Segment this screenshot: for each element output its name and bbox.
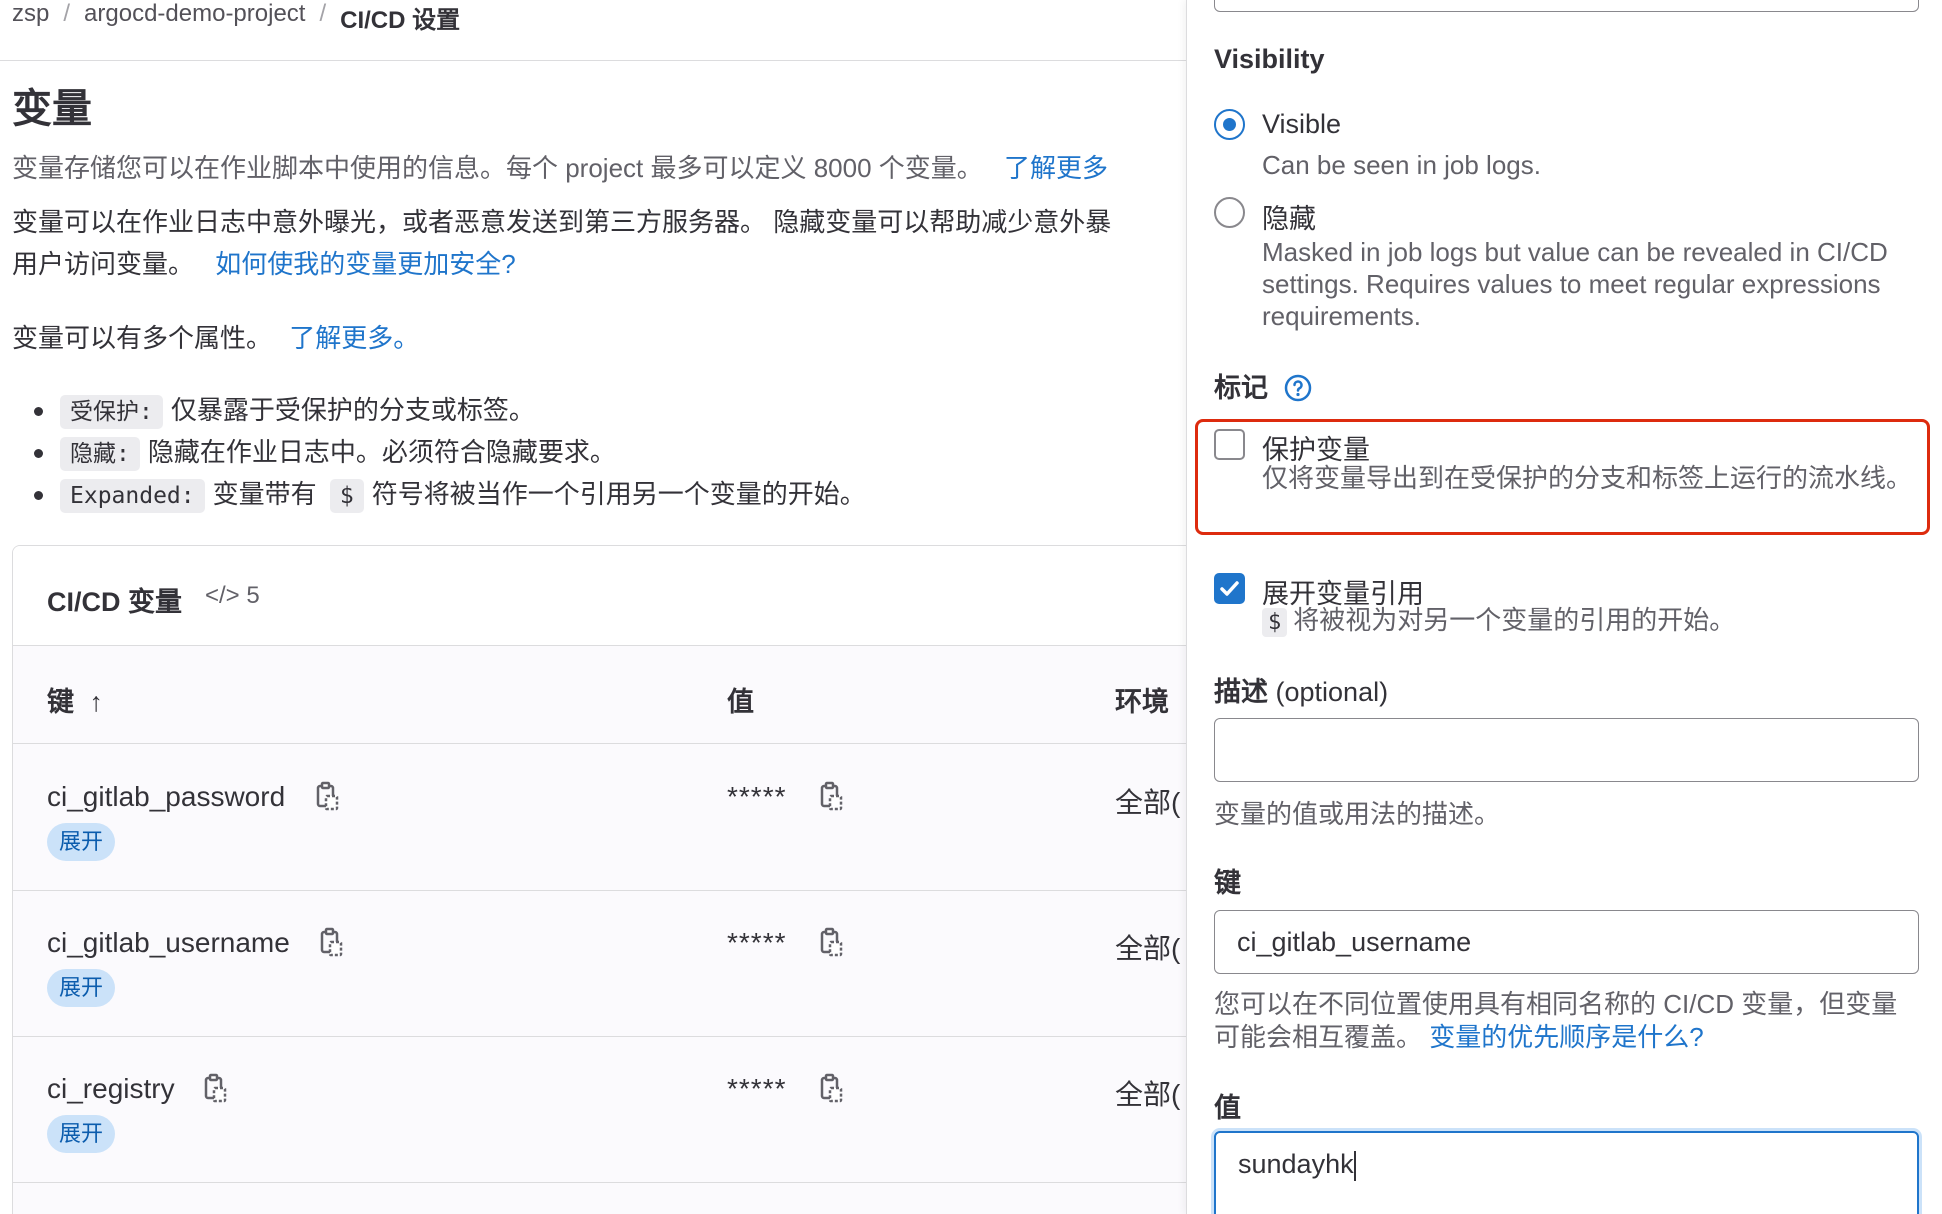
sort-ascending-icon: ↑ [89,687,104,717]
breadcrumb-item-group[interactable]: zsp [12,0,49,27]
code-dollar: $ [329,479,364,513]
expanded-badge: 展开 [47,969,116,1007]
header-divider [0,60,1186,61]
list-item: 隐藏: 隐藏在作业日志中。必须符合隐藏要求。 [34,432,866,474]
expanded-badge: 展开 [47,823,116,861]
value-label: 值 [1214,1093,1241,1123]
expanded-badge: 展开 [47,1115,116,1153]
variable-value: ***** [727,1073,787,1104]
visibility-label: Visibility [1214,44,1325,74]
attributes-learn-more-link[interactable]: 了解更多。 [289,323,419,353]
intro-text: 变量存储您可以在作业脚本中使用的信息。每个 project 最多可以定义 800… [12,148,1108,185]
table-row: ci_gitlab_username 展开 ***** 全部( [13,891,1211,1037]
description-help: 变量的值或用法的描述。 [1214,799,1501,829]
security-body: 用户访问变量。 [12,249,195,279]
page-title: 变量 [12,87,92,131]
copy-value-icon[interactable] [819,781,843,811]
variable-environment: 全部( [1115,787,1181,818]
edit-variable-drawer: Visibility Visible Can be seen in job lo… [1186,0,1942,1214]
breadcrumb-separator: / [319,0,327,27]
security-link[interactable]: 如何使我的变量更加安全? [215,249,515,279]
protect-variable-help: 仅将变量导出到在受保护的分支和标签上运行的流水线。 [1262,463,1913,493]
column-value: 值 [727,687,754,717]
visibility-masked-help: Masked in job logs but value can be reve… [1262,237,1888,331]
description-label-text: 描述 [1214,677,1268,707]
breadcrumb-item-project[interactable]: argocd-demo-project [84,0,305,27]
key-help: 您可以在不同位置使用具有相同名称的 CI/CD 变量，但变量可能会相互覆盖。 变… [1214,988,1919,1054]
code-icon: </> [205,582,240,609]
help-icon[interactable] [1284,374,1312,402]
copy-value-icon[interactable] [819,927,843,957]
list-item: 受保护: 仅暴露于受保护的分支或标签。 [34,390,866,432]
visibility-masked-title: 隐藏 [1262,204,1316,234]
intro-body: 变量存储您可以在作业脚本中使用的信息。每个 project 最多可以定义 800… [12,153,983,183]
list-item: Expanded: 变量带有 $ 符号将被当作一个引用另一个变量的开始。 [34,474,866,516]
card-header: CI/CD 变量 </> 5 [13,546,1211,646]
variable-environment: 全部( [1115,933,1181,964]
breadcrumb-separator: / [63,0,71,27]
variable-value: ***** [727,927,787,958]
key-input[interactable]: ci_gitlab_username [1214,910,1919,974]
variable-key: ci_gitlab_username [47,927,290,958]
flags-label: 标记 [1214,366,1312,405]
code-protected: 受保护: [60,395,163,429]
column-environment: 环境 [1115,687,1169,717]
copy-key-icon[interactable] [203,1073,227,1103]
attributes-text: 变量可以有多个属性。 了解更多。 [12,318,419,355]
variable-key: ci_gitlab_password [47,781,286,812]
expand-reference-checkbox[interactable] [1214,573,1245,604]
security-text-line1: 变量可以在作业日志中意外曝光，或者恶意发送到第三方服务器。 隐藏变量可以帮助减少… [12,207,1112,237]
bullet-text: 隐藏在作业日志中。必须符合隐藏要求。 [147,437,616,467]
description-label: 描述 (optional) [1214,670,1388,709]
bullet-text: 仅暴露于受保护的分支或标签。 [170,395,535,425]
variable-environment: 全部( [1115,1079,1181,1110]
visibility-visible-title: Visible [1262,109,1342,139]
attributes-list: 受保护: 仅暴露于受保护的分支或标签。 隐藏: 隐藏在作业日志中。必须符合隐藏要求。… [34,390,866,516]
variable-key: ci_registry [47,1073,175,1104]
card-title: CI/CD 变量 [47,587,182,617]
count-value: 5 [246,582,260,609]
type-select[interactable] [1214,0,1919,12]
attributes-body: 变量可以有多个属性。 [12,323,273,353]
learn-more-link[interactable]: 了解更多 [1004,153,1108,183]
copy-value-icon[interactable] [819,1073,843,1103]
code-masked: 隐藏: [60,437,140,471]
table-row: ci_registry 展开 ***** 全部( [13,1037,1211,1183]
security-text-line2: 用户访问变量。 如何使我的变量更加安全? [12,244,516,281]
description-optional: (optional) [1275,677,1389,707]
variables-card: CI/CD 变量 </> 5 键 ↑ 值 环境 ci_gitlab_passwo… [12,545,1212,1214]
visibility-visible-help: Can be seen in job logs. [1262,150,1541,180]
check-icon [1220,581,1239,596]
flags-label-text: 标记 [1214,373,1268,403]
variable-value: ***** [727,781,787,812]
key-label: 键 [1214,868,1241,898]
description-input[interactable] [1214,718,1919,782]
copy-key-icon[interactable] [319,927,343,957]
breadcrumb-item-current[interactable]: CI/CD 设置 [340,7,460,34]
column-key-label: 键 [47,687,74,717]
code-expanded: Expanded: [60,479,205,513]
protect-variable-checkbox[interactable] [1214,429,1245,460]
visibility-masked-radio[interactable] [1214,197,1245,228]
variable-count: </> 5 [205,582,260,610]
bullet-text: 变量带有 [212,479,317,509]
code-dollar: $ [1262,608,1288,637]
value-textarea[interactable]: sundayhk [1214,1131,1919,1214]
copy-key-icon[interactable] [315,781,339,811]
text-cursor [1353,1150,1356,1181]
breadcrumb: zsp / argocd-demo-project / CI/CD 设置 [12,0,460,34]
expand-reference-help-text: 将被视为对另一个变量的引用的开始。 [1293,605,1736,635]
expand-reference-help: $ 将被视为对另一个变量的引用的开始。 [1262,604,1912,639]
variable-precedence-link[interactable]: 变量的优先顺序是什么? [1429,1022,1703,1052]
bullet-text: 符号将被当作一个引用另一个变量的开始。 [371,479,866,509]
table-row: ci_gitlab_password 展开 ***** 全部( [13,745,1211,891]
value-text: sundayhk [1238,1149,1354,1179]
table-header: 键 ↑ 值 环境 [13,646,1211,744]
visibility-visible-radio[interactable] [1214,109,1245,140]
column-key[interactable]: 键 ↑ [47,680,103,719]
